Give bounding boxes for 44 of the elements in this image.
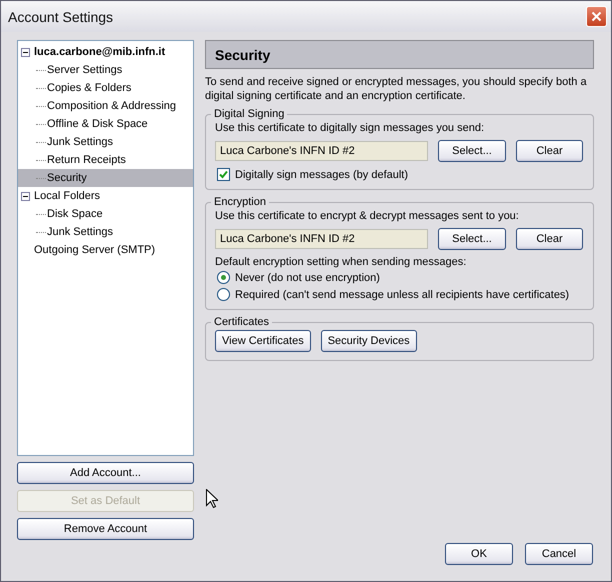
tree-item[interactable]: Junk Settings [18, 133, 193, 151]
tree-item[interactable]: Composition & Addressing [18, 97, 193, 115]
tree-item[interactable]: Server Settings [18, 61, 193, 79]
tree-item[interactable]: luca.carbone@mib.infn.it [18, 43, 193, 61]
radio-label: Required (can't send message unless all recipients have certificates) [235, 288, 570, 300]
dialog-button[interactable]: Cancel [525, 543, 593, 565]
radio-label: Never (do not use encryption) [235, 272, 380, 284]
prompt-text: Use this certificate to encrypt & decrypt messages sent to you: [215, 210, 520, 222]
dialog-button[interactable]: OK [445, 543, 513, 565]
radio-button[interactable] [217, 271, 230, 284]
collapse-icon[interactable] [21, 48, 30, 56]
tree-item[interactable]: Disk Space [18, 205, 193, 223]
certificate-field[interactable]: Luca Carbone's INFN ID #2 [215, 141, 428, 161]
clear-button[interactable]: Clear [516, 228, 583, 250]
cursor-icon [206, 489, 218, 509]
account-button[interactable]: Remove Account [17, 518, 194, 540]
group-title: Digital Signing [213, 108, 286, 120]
prompt-text: Use this certificate to digitally sign messages you send: [215, 122, 486, 134]
window-title: Account Settings [8, 8, 114, 24]
setting-label: Default encryption setting when sending messages: [215, 256, 468, 268]
certificates-button[interactable]: Security Devices [320, 330, 417, 352]
panel-title: Security [215, 46, 270, 62]
group-title: Certificates [213, 316, 270, 328]
certificates-button[interactable]: View Certificates [215, 330, 311, 352]
checkbox[interactable] [217, 168, 230, 181]
tree-item[interactable]: Security [18, 169, 193, 187]
tree-item[interactable]: Copies & Folders [18, 79, 193, 97]
account-button[interactable]: Add Account... [17, 462, 194, 484]
tree-item[interactable]: Junk Settings [18, 223, 193, 241]
close-icon [591, 11, 602, 22]
select-button[interactable]: Select... [438, 228, 506, 250]
tree-item[interactable]: Local Folders [18, 187, 193, 205]
tree-item[interactable]: Outgoing Server (SMTP) [18, 241, 193, 259]
intro-text: To send and receive signed or encrypted messages, you should specify both a digital signing certificate and an encryption certificate. [205, 75, 588, 103]
clear-button[interactable]: Clear [516, 140, 583, 162]
tree-item[interactable]: Offline & Disk Space [18, 115, 193, 133]
group-title: Encryption [213, 196, 267, 208]
close-button[interactable] [586, 6, 607, 27]
tree-item[interactable]: Return Receipts [18, 151, 193, 169]
checkbox-label: Digitally sign messages (by default) [235, 168, 408, 180]
select-button[interactable]: Select... [438, 140, 506, 162]
radio-button[interactable] [217, 288, 230, 301]
certificate-field[interactable]: Luca Carbone's INFN ID #2 [215, 229, 428, 249]
collapse-icon[interactable] [21, 192, 30, 200]
